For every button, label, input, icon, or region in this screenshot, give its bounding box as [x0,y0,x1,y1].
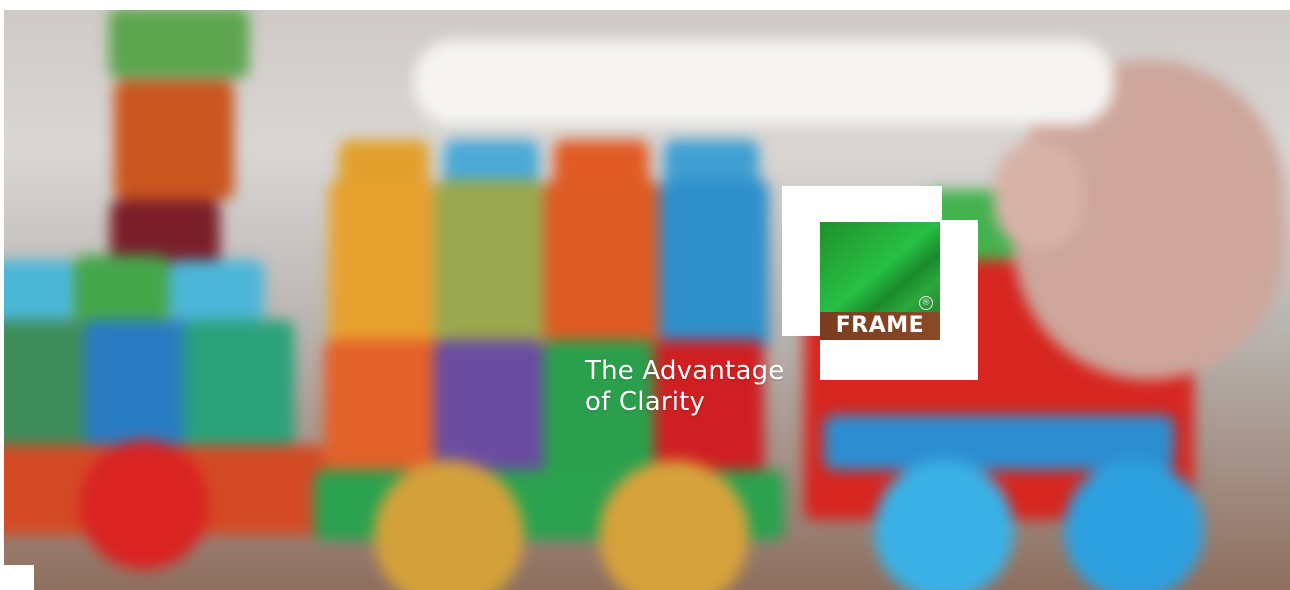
block-mid-left-3 [184,320,294,450]
block-mid-left-1 [4,320,94,450]
tagline-line-1: The Advantage [585,356,785,386]
wheel-blue-1 [874,460,1014,590]
block-orange-tall [544,180,659,350]
block-green-tall [434,180,544,350]
block-yellow-tall [329,180,434,350]
logo-wordmark: FRAME [835,312,925,338]
hero-banner: ® FRAME The Advantage of Clarity [0,0,1290,590]
block-blue-cap-left2 [169,260,264,320]
hero-tagline: The Advantage of Clarity [585,356,784,418]
block-mid-left-2 [84,320,194,450]
photo-blur-layer [4,10,1290,590]
block-blue-tall [659,180,769,350]
white-corner-bottom-left [0,565,34,590]
blurred-toy-train-photo [4,10,1290,590]
frame-logo: ® FRAME [820,222,940,340]
block-green-cap-left [74,255,169,325]
window-highlight [414,40,1114,125]
block-blue-cap-left [4,260,74,320]
finger-blur [994,140,1084,250]
block-green-top-left [109,10,249,78]
wheel-blue-2 [1064,460,1204,590]
registered-mark: ® [919,296,933,310]
logo-wordmark-bar: FRAME [820,312,940,340]
tagline-line-2: of Clarity [585,387,706,417]
wheel-red-left [79,440,209,570]
block-orange-stack [114,80,234,200]
